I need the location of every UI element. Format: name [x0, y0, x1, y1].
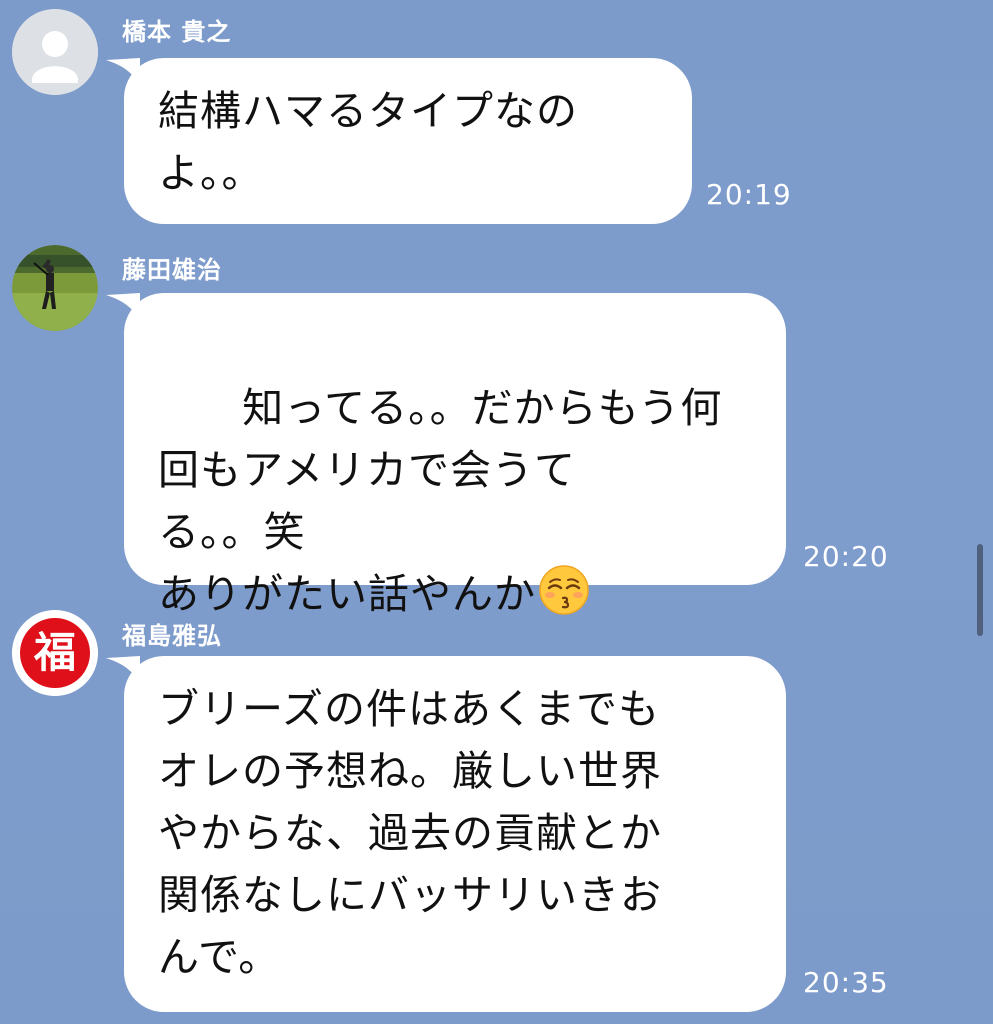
message-bubble[interactable]: ブリーズの件はあくまでも オレの予想ね。厳しい世界 やからな、過去の貢献とか 関… [124, 656, 786, 1012]
sender-name: 福島雅弘 [122, 622, 222, 650]
timestamp: 20:35 [803, 966, 889, 999]
timestamp: 20:20 [803, 540, 889, 573]
chat-timeline[interactable]: 橋本 貴之 結構ハマるタイプなの よ。。 20:19 藤田雄治 知ってる。。だか… [0, 0, 993, 1024]
message-text: 知ってる。。だからもう何 回もアメリカで会うて る。。笑 ありがたい話やんか [158, 384, 723, 618]
message-bubble[interactable]: 結構ハマるタイプなの よ。。 [124, 58, 692, 224]
avatar-fuku-badge[interactable]: 福 [12, 610, 98, 696]
timestamp: 20:19 [706, 178, 792, 211]
golfer-photo-icon [12, 245, 98, 331]
fuku-glyph: 福 [33, 628, 76, 677]
sender-name: 橋本 貴之 [122, 18, 232, 46]
sender-name: 藤田雄治 [122, 256, 222, 284]
avatar-golfer-photo[interactable] [12, 245, 98, 331]
message-bubble[interactable]: 知ってる。。だからもう何 回もアメリカで会うて る。。笑 ありがたい話やんか [124, 293, 786, 618]
kissing-face-with-closed-eyes-icon [539, 565, 589, 615]
avatar-default-person-icon[interactable] [12, 9, 98, 95]
scrollbar[interactable] [977, 544, 983, 636]
person-icon [12, 9, 98, 95]
